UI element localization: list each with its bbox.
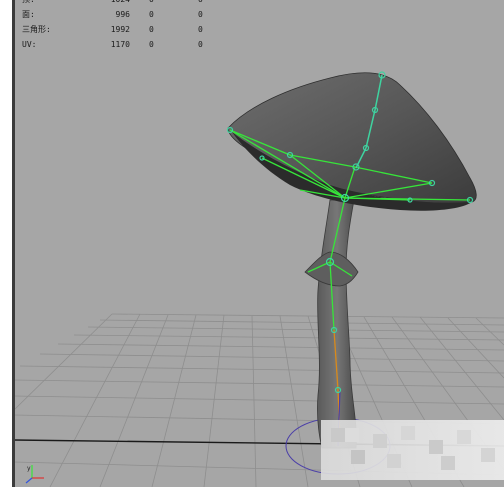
- hud-value: 996: [115, 10, 130, 19]
- hud-value: 0: [149, 25, 154, 34]
- hud-label: 面:: [22, 10, 35, 19]
- hud-row-vertices: 顶: 1024 0 0: [22, 0, 212, 7]
- hud-row-triangles: 三角形: 1992 0 0: [22, 22, 212, 37]
- hud-value: 0: [149, 10, 154, 19]
- svg-text:y: y: [27, 465, 31, 472]
- hud-value: 0: [198, 40, 203, 49]
- hud-row-faces: 面: 996 0 0: [22, 7, 212, 22]
- 3d-viewport[interactable]: 顶: 1024 0 0 面: 996 0 0 三角形: 1992 0 0 UV:…: [0, 0, 504, 487]
- hud-value: 0: [198, 25, 203, 34]
- mushroom-stem[interactable]: [317, 199, 357, 449]
- hud-label: UV:: [22, 40, 37, 49]
- mushroom-cap[interactable]: [227, 72, 477, 204]
- scene-canvas[interactable]: [0, 0, 504, 487]
- hud-value: 1024: [111, 0, 130, 7]
- hud-row-uvs: UV: 1170 0 0: [22, 37, 212, 52]
- hud-value: 1170: [110, 40, 130, 49]
- viewport-left-border: [0, 0, 15, 487]
- hud-value: 0: [149, 0, 154, 7]
- hud-value: 0: [149, 40, 154, 49]
- hud-value: 0: [198, 10, 203, 19]
- hud-value: 1992: [110, 25, 130, 34]
- hud-value: 0: [198, 0, 203, 7]
- watermark-mosaic: [321, 420, 504, 480]
- hud-label: 顶:: [22, 0, 62, 7]
- poly-count-hud: 顶: 1024 0 0 面: 996 0 0 三角形: 1992 0 0 UV:…: [22, 0, 212, 52]
- axis-gizmo-icon: y: [25, 465, 44, 484]
- hud-label: 三角形:: [22, 25, 51, 34]
